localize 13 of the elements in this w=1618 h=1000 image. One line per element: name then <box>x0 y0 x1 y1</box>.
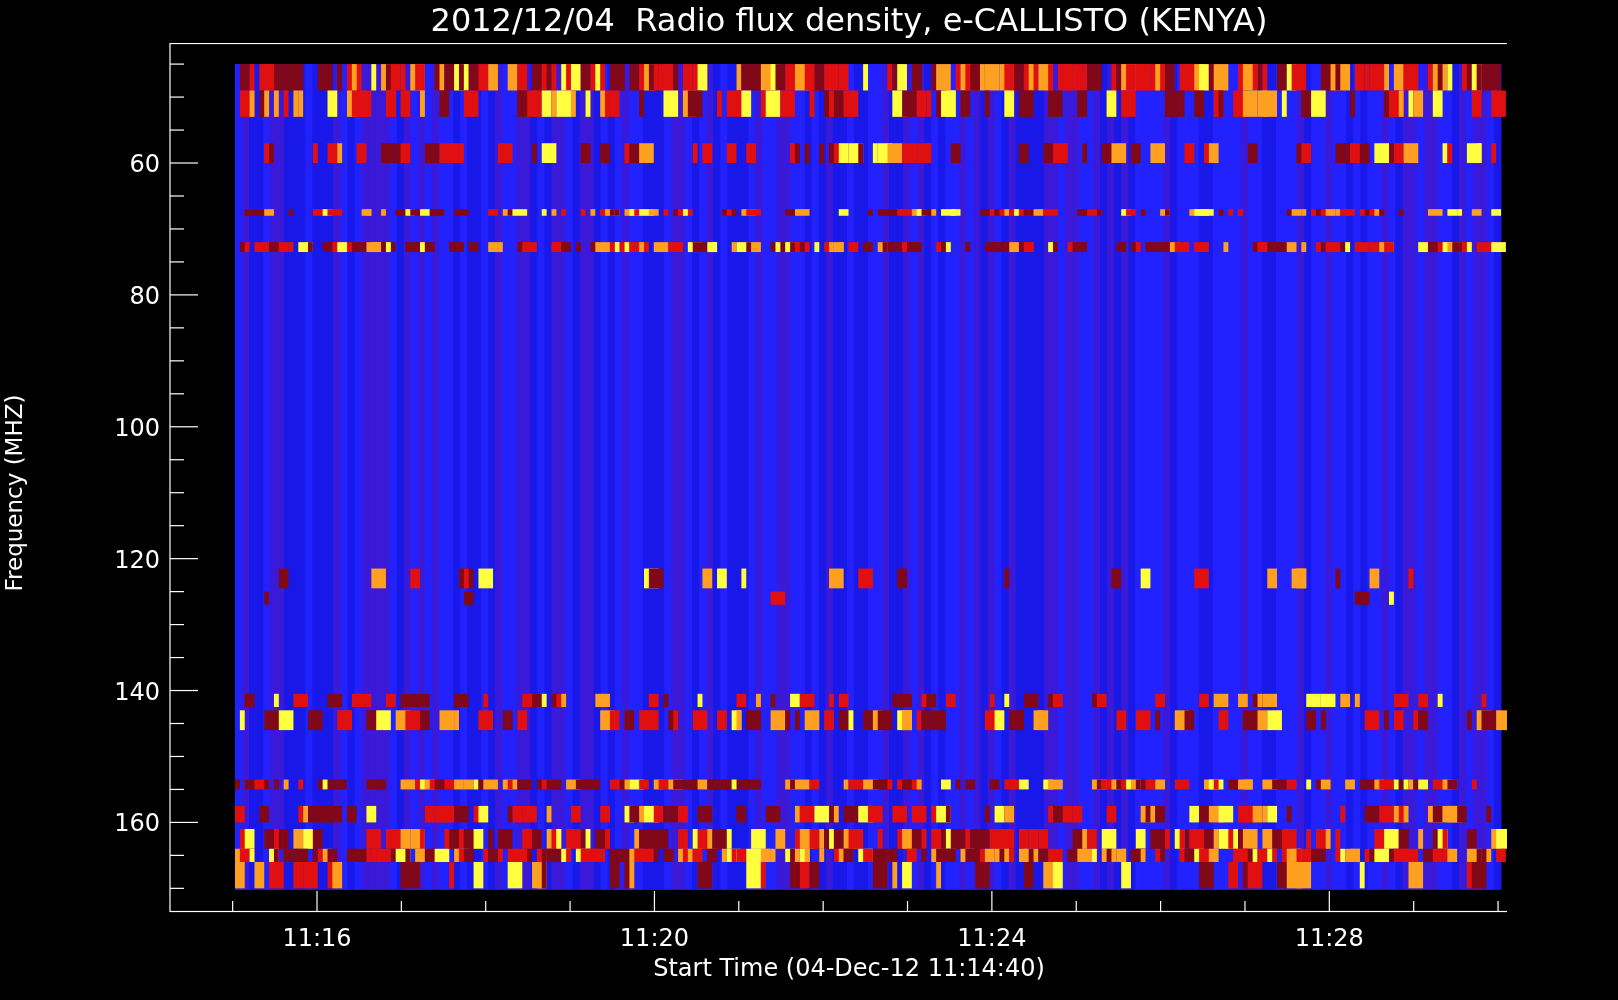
tick-label: 80 <box>129 281 160 310</box>
tick-label: 160 <box>114 809 160 838</box>
tick-label: 11:20 <box>619 924 690 952</box>
chart-title: 2012/12/04 Radio flux density, e-CALLISTO (KENYA) <box>430 0 1268 41</box>
tick-label: 11:16 <box>282 924 352 952</box>
tick-label: 100 <box>114 413 160 442</box>
tick-label: 140 <box>114 677 160 706</box>
tick-label: 60 <box>129 150 160 178</box>
x-axis-label: Start Time (04-Dec-12 11:14:40) <box>653 953 1045 983</box>
tick-label: 120 <box>114 545 160 574</box>
tick-label: 11:24 <box>957 924 1027 952</box>
tick-label: 11:28 <box>1294 924 1364 952</box>
y-axis-label: Frequency (MHZ) <box>1 393 27 594</box>
